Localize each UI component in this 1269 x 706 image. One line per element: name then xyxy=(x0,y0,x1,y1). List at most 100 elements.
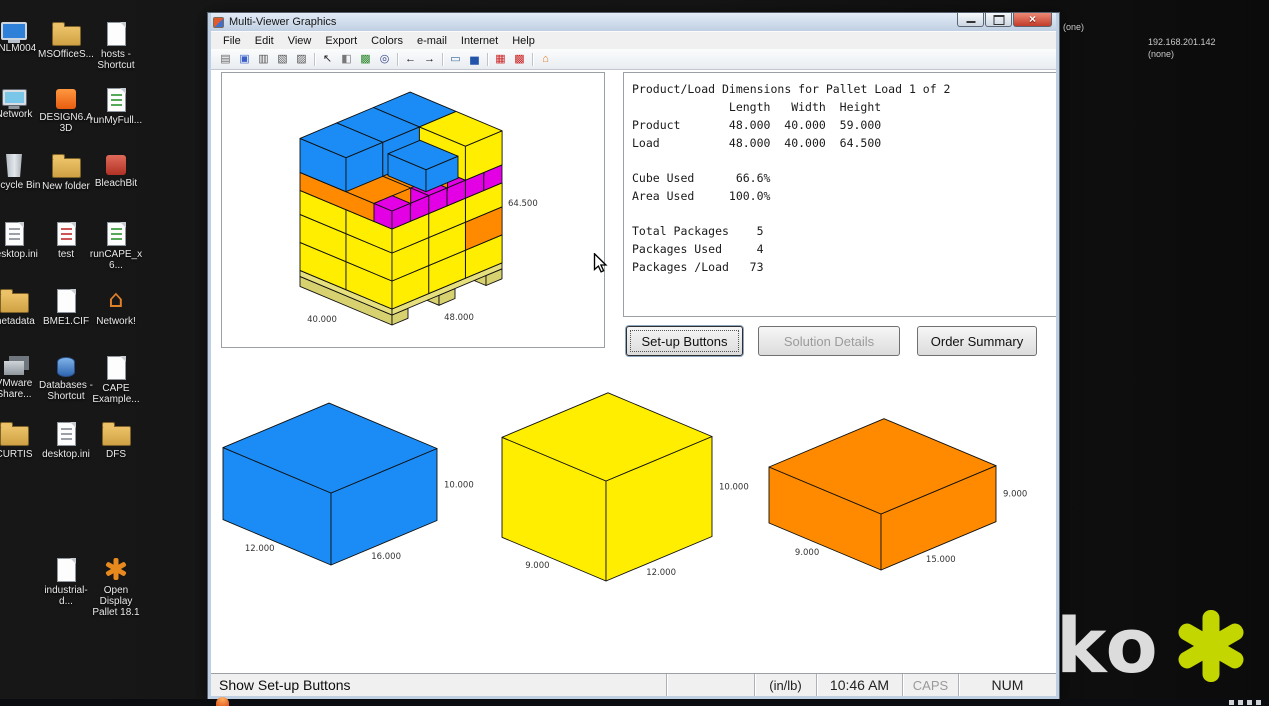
solution-details-button[interactable]: Solution Details xyxy=(758,326,900,356)
menu-edit[interactable]: Edit xyxy=(248,34,281,48)
desktop-icon[interactable]: Network xyxy=(0,86,42,120)
pointer-icon[interactable]: ↖ xyxy=(318,50,337,68)
forward-icon[interactable]: → xyxy=(420,50,439,68)
stat-cube-used: Cube Used 66.6% xyxy=(632,169,1056,187)
desktop-icon-label: industrial-d... xyxy=(38,585,94,607)
menu-export[interactable]: Export xyxy=(318,34,364,48)
document-file-icon xyxy=(107,356,126,380)
menu-colors[interactable]: Colors xyxy=(364,34,410,48)
desktop-icon[interactable]: VMware Share... xyxy=(0,354,42,400)
desktop-icon-label: Recycle Bin xyxy=(0,180,42,191)
desktop-icon[interactable]: MSOfficeS... xyxy=(38,20,94,60)
desktop-icon-label: Open Display Pallet 18.1 xyxy=(88,585,144,618)
desktop-icon-label: VMware Share... xyxy=(0,378,42,400)
menu-internet[interactable]: Internet xyxy=(454,34,505,48)
desktop-icon[interactable]: runMyFull... xyxy=(88,86,144,126)
desktop-icon[interactable]: BME1.CIF xyxy=(38,287,94,327)
desktop-icon-label: desktop.ini xyxy=(0,249,42,260)
dimensions-icon[interactable]: ▭ xyxy=(446,50,465,68)
dimension-label: 10.000 xyxy=(444,480,474,490)
maximize-button[interactable] xyxy=(985,13,1012,27)
page-setup-icon[interactable]: ▨ xyxy=(292,50,311,68)
label-icon[interactable]: ◧ xyxy=(337,50,356,68)
dimension-label: 12.000 xyxy=(646,568,676,578)
product-length: 48.000 xyxy=(722,116,770,134)
desktop-icon[interactable]: Recycle Bin xyxy=(0,152,42,191)
desktop-icon-label: hosts - Shortcut xyxy=(88,49,144,71)
desktop-icon[interactable]: runCAPE_x6... xyxy=(88,220,144,271)
desktop-icon-label: metadata xyxy=(0,316,42,327)
desktop-icon[interactable]: CURTIS xyxy=(0,420,42,460)
home-icon[interactable]: ⌂ xyxy=(536,50,555,68)
titlebar[interactable]: Multi-Viewer Graphics xyxy=(211,13,1056,31)
menu-help[interactable]: Help xyxy=(505,34,542,48)
product-width: 40.000 xyxy=(770,116,825,134)
desktop-icon[interactable]: industrial-d... xyxy=(38,556,94,607)
info-panel: Product/Load Dimensions for Pallet Load … xyxy=(623,72,1056,317)
new-file-icon[interactable]: ▤ xyxy=(216,50,235,68)
col-header-width: Width xyxy=(770,98,825,116)
dimension-label: 12.000 xyxy=(245,544,275,554)
menubar: FileEditViewExportColorse-mailInternetHe… xyxy=(211,31,1056,49)
report-grid2-icon[interactable]: ▩ xyxy=(510,50,529,68)
desktop-icon-label: Databases - Shortcut xyxy=(38,380,94,402)
folder-icon xyxy=(102,426,131,446)
toolbar-separator xyxy=(314,53,315,66)
toolbar-separator xyxy=(397,53,398,66)
desktop-icon[interactable]: ⌂Network! xyxy=(88,287,144,327)
load-length: 48.000 xyxy=(722,134,770,152)
dimension-label: 48.000 xyxy=(444,313,474,323)
col-header-height: Height xyxy=(826,98,881,116)
taskbar-app-icon[interactable] xyxy=(216,697,229,706)
status-caps-indicator: CAPS xyxy=(902,674,958,696)
desktop-icon-label: BleachBit xyxy=(88,178,144,189)
desktop-icon[interactable]: hosts - Shortcut xyxy=(88,20,144,71)
save-icon[interactable]: ▣ xyxy=(235,50,254,68)
toolbar: ▤▣▥▧▨↖◧▩◎←→▭▅▦▩⌂ xyxy=(211,49,1056,70)
desktop-icon[interactable]: DFS xyxy=(88,420,144,460)
count-total-packages: Total Packages 5 xyxy=(632,222,1056,240)
chart-icon[interactable]: ▅ xyxy=(465,50,484,68)
desktop-icon-label: MSOfficeS... xyxy=(38,49,94,60)
zoom-icon[interactable]: ◎ xyxy=(375,50,394,68)
menu-view[interactable]: View xyxy=(281,34,319,48)
close-button[interactable] xyxy=(1013,13,1052,27)
desktop-icon[interactable]: CAPE Example... xyxy=(88,354,144,405)
desktop-icon[interactable]: Open Display Pallet 18.1 xyxy=(88,556,144,618)
load-width: 40.000 xyxy=(770,134,825,152)
load-height: 64.500 xyxy=(826,134,881,152)
desktop-icon[interactable]: test xyxy=(38,220,94,260)
folder-icon xyxy=(0,426,29,446)
minimize-button[interactable] xyxy=(957,13,984,27)
desktop-icon[interactable]: ANLM004 xyxy=(0,20,42,54)
desktop-icon[interactable]: DESIGN6.A3D xyxy=(38,86,94,134)
window-content: 40.00048.00064.500 Product/Load Dimensio… xyxy=(211,70,1056,673)
desktop-icon[interactable]: New folder xyxy=(38,152,94,192)
desktop-icon[interactable]: desktop.ini xyxy=(0,220,42,260)
back-icon[interactable]: ← xyxy=(401,50,420,68)
row-label: Product xyxy=(632,116,722,134)
cape-pallet-star-icon xyxy=(102,556,130,582)
order-summary-button[interactable]: Order Summary xyxy=(917,326,1037,356)
desktop-icon[interactable]: metadata xyxy=(0,287,42,327)
taskbar[interactable] xyxy=(0,699,1269,706)
info-row-product: Product 48.000 40.000 59.000 xyxy=(632,116,1056,134)
print-preview-icon[interactable]: ▧ xyxy=(273,50,292,68)
desktop-icon-label: test xyxy=(38,249,94,260)
setup-buttons-button[interactable]: Set-up Buttons xyxy=(626,326,743,356)
system-tray[interactable] xyxy=(1229,700,1261,705)
menu-email[interactable]: e-mail xyxy=(410,34,454,48)
status-message: Show Set-up Buttons xyxy=(211,677,666,693)
print-icon[interactable]: ▥ xyxy=(254,50,273,68)
menu-file[interactable]: File xyxy=(216,34,248,48)
text-file-icon xyxy=(57,222,76,246)
image-icon[interactable]: ▩ xyxy=(356,50,375,68)
window-controls xyxy=(956,13,1052,27)
config-file-icon xyxy=(5,222,24,246)
report-grid-icon[interactable]: ▦ xyxy=(491,50,510,68)
statusbar: Show Set-up Buttons (in/lb) 10:46 AM CAP… xyxy=(211,673,1056,696)
desktop-icon-label: Network! xyxy=(88,316,144,327)
desktop-icon[interactable]: desktop.ini xyxy=(38,420,94,460)
desktop-icon[interactable]: Databases - Shortcut xyxy=(38,354,94,402)
desktop-icon[interactable]: BleachBit xyxy=(88,152,144,189)
